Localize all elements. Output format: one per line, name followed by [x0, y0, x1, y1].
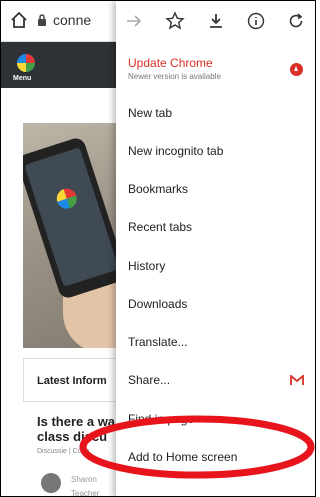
menu-item-translate[interactable]: Translate... — [116, 324, 315, 362]
star-icon[interactable] — [165, 11, 185, 31]
menu-item-downloads[interactable]: Downloads — [116, 286, 315, 324]
site-logo-icon[interactable] — [11, 51, 41, 77]
phone-screen — [24, 147, 120, 287]
menu-item-new-tab[interactable]: New tab — [116, 95, 315, 133]
menu-item-bookmarks[interactable]: Bookmarks — [116, 171, 315, 209]
author-role: Teacher — [71, 489, 100, 497]
menu-item-label: New tab — [128, 106, 173, 120]
update-alert-icon — [290, 63, 303, 76]
menu-item-label: New incognito tab — [128, 144, 224, 158]
menu-item-label: History — [128, 259, 166, 273]
author-name: Sharon — [71, 475, 97, 484]
post-title[interactable]: Is there a wa class discu — [37, 414, 127, 444]
update-chrome-title[interactable]: Update Chrome — [128, 56, 213, 70]
phone-logo-icon — [54, 186, 80, 212]
menu-item-label: Find in page — [128, 412, 195, 426]
update-chrome-subtitle: Newer version is available — [128, 72, 221, 81]
menu-item-label: Recent tabs — [128, 220, 193, 234]
menu-item-label: Bookmarks — [128, 182, 189, 196]
info-icon[interactable] — [246, 11, 266, 31]
menu-item-history[interactable]: History — [116, 248, 315, 286]
download-icon[interactable] — [206, 11, 226, 31]
menu-item-new-incognito-tab[interactable]: New incognito tab — [116, 133, 315, 171]
menu-item-add-to-home-screen[interactable]: Add to Home screen — [116, 439, 315, 477]
refresh-icon[interactable] — [286, 11, 306, 31]
menu-item-label: Translate... — [128, 335, 188, 349]
gmail-icon — [290, 375, 304, 385]
phone-shape — [23, 135, 129, 301]
menu-item-label: Downloads — [128, 297, 188, 311]
menu-item-recent-tabs[interactable]: Recent tabs — [116, 209, 315, 247]
home-icon[interactable] — [10, 11, 28, 29]
menu-item-find-in-page[interactable]: Find in page — [116, 401, 315, 439]
avatar — [41, 473, 61, 493]
chrome-menu: Update Chrome Newer version is available… — [116, 1, 315, 496]
site-menu-label[interactable]: Menu — [13, 75, 31, 82]
lock-icon — [38, 14, 46, 26]
menu-toolbar — [116, 1, 315, 41]
url-text[interactable]: conne — [53, 12, 91, 28]
menu-item-label: Add to Home screen — [128, 450, 238, 464]
post-meta: Discussie | Conn — [37, 448, 90, 455]
latest-label: Latest Inform — [37, 375, 107, 387]
menu-item-share[interactable]: Share... — [116, 362, 315, 400]
arrow-forward-icon[interactable] — [124, 11, 144, 31]
screenshot-frame: conne Menu Latest Inform Is there a wa c… — [0, 0, 316, 497]
menu-item-label: Share... — [128, 373, 171, 387]
